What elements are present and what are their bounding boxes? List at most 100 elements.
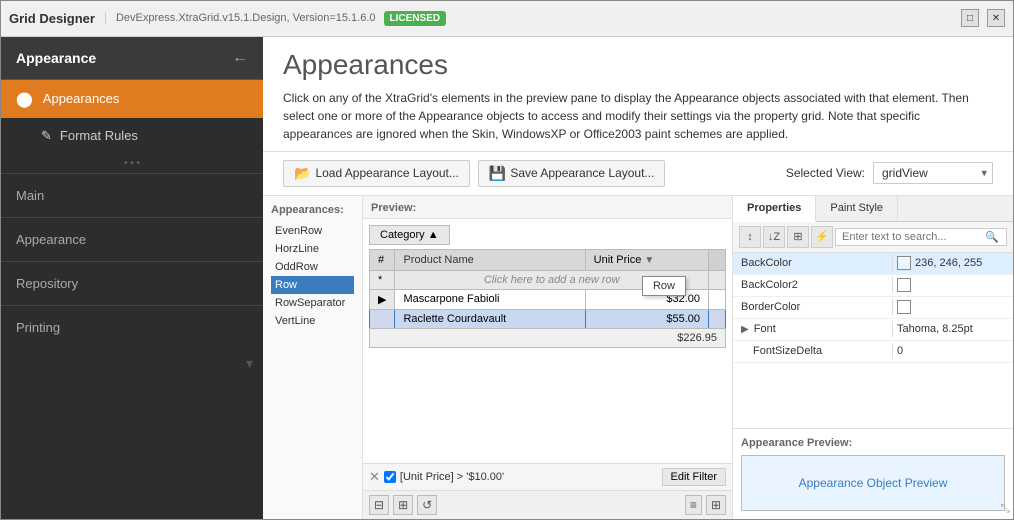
sidebar-item-label-appearances: Appearances: [43, 91, 120, 106]
appearance-item-horzline[interactable]: HorzLine: [271, 240, 354, 258]
category-button[interactable]: Category ▲: [369, 225, 450, 245]
sidebar-item-appearance[interactable]: Appearance: [1, 217, 263, 261]
filter-close-icon[interactable]: ✕: [369, 469, 380, 485]
save-label: Save Appearance Layout...: [510, 166, 654, 180]
product-col-label: Product Name: [403, 254, 473, 266]
table-row-selected[interactable]: Raclette Courdavault $55.00: [370, 309, 726, 328]
app-title: Grid Designer: [9, 11, 95, 26]
load-icon: 📂: [294, 165, 311, 182]
body-area: Appearances: EvenRow HorzLine OddRow Row: [263, 196, 1013, 519]
row2-scroll: [709, 309, 726, 328]
backcolor2-value: [893, 276, 1013, 294]
backcolor2-swatch: [897, 278, 911, 292]
filter-text: [Unit Price] > '$10.00': [400, 471, 658, 483]
content-header: Appearances Click on any of the XtraGrid…: [263, 37, 1013, 152]
minimize-button[interactable]: □: [961, 9, 979, 27]
add-row-scroll: [709, 270, 726, 289]
row2-arrow: [370, 309, 395, 328]
preview-title: Preview:: [363, 196, 732, 219]
appearance-item-oddrow[interactable]: OddRow: [271, 258, 354, 276]
appearance-item-vertline[interactable]: VertLine: [271, 312, 354, 330]
bordercolor-name: BorderColor: [733, 299, 893, 315]
preview-content: Category ▲ # Product Name: [363, 219, 732, 463]
props-row-bordercolor[interactable]: BorderColor: [733, 297, 1013, 319]
backcolor-text: 236, 246, 255: [915, 257, 982, 269]
tab-properties[interactable]: Properties: [733, 196, 816, 222]
tab-properties-label: Properties: [747, 202, 801, 214]
sidebar-item-label-printing: Printing: [16, 320, 60, 335]
sidebar-header: Appearance ←: [1, 37, 263, 80]
row1-scroll: [709, 289, 726, 309]
preview-bottom-toolbar: ⊟ ⊞ ↺ ≡ ⊞: [363, 490, 732, 519]
props-row-backcolor2[interactable]: BackColor2: [733, 275, 1013, 297]
filter-edit-button[interactable]: Edit Filter: [662, 468, 726, 486]
backcolor-swatch: [897, 256, 911, 270]
row-tooltip: Row: [642, 276, 686, 296]
content-description: Click on any of the XtraGrid's elements …: [283, 89, 983, 143]
preview-total: $226.95: [369, 328, 726, 348]
preview-panel: Preview: Category ▲ # Product Name: [363, 196, 733, 519]
selected-view-select[interactable]: gridView cardView layoutView: [873, 162, 993, 184]
titlebar-controls: □ ✕: [961, 9, 1005, 27]
horzline-label: HorzLine: [275, 243, 319, 255]
sidebar-item-repository[interactable]: Repository: [1, 261, 263, 305]
appearances-icon: ⬤: [16, 90, 33, 108]
tab-paint-style[interactable]: Paint Style: [816, 196, 898, 221]
sidebar-item-main[interactable]: Main: [1, 173, 263, 217]
back-icon[interactable]: ←: [232, 49, 248, 67]
search-icon: 🔍: [985, 230, 999, 243]
col-header-product[interactable]: Product Name: [395, 249, 585, 270]
close-button[interactable]: ✕: [987, 9, 1005, 27]
props-row-backcolor[interactable]: BackColor 236, 246, 255: [733, 253, 1013, 275]
props-row-fontsizedelta[interactable]: FontSizeDelta 0: [733, 341, 1013, 363]
sidebar-item-label-appearance: Appearance: [16, 232, 86, 247]
props-search-input[interactable]: [835, 228, 1007, 246]
pb-btn-3[interactable]: ↺: [417, 495, 437, 515]
appearance-preview-title: Appearance Preview:: [741, 437, 1005, 449]
pb-btn-4[interactable]: ≡: [685, 495, 702, 515]
content: Appearances Click on any of the XtraGrid…: [263, 37, 1013, 519]
props-grid-btn[interactable]: ⊞: [787, 226, 809, 248]
bordercolor-value: [893, 298, 1013, 316]
pb-btn-2[interactable]: ⊞: [393, 495, 413, 515]
backcolor2-name: BackColor2: [733, 277, 893, 293]
col-header-hash: #: [370, 249, 395, 270]
fontsizedelta-value: 0: [893, 343, 1013, 359]
price-col-label: Unit Price: [594, 254, 642, 266]
props-az-btn[interactable]: ↓Z: [763, 226, 785, 248]
save-layout-button[interactable]: 💾 Save Appearance Layout...: [478, 160, 666, 187]
appearance-preview-section: Appearance Preview: Appearance Object Pr…: [733, 428, 1013, 519]
search-wrapper: 🔍: [835, 228, 1007, 246]
appearance-preview-text: Appearance Object Preview: [799, 476, 948, 490]
evenrow-label: EvenRow: [275, 225, 322, 237]
appearance-item-rowseparator[interactable]: RowSeparator: [271, 294, 354, 312]
appearance-item-evenrow[interactable]: EvenRow: [271, 222, 354, 240]
col-scroll: [709, 249, 726, 270]
pb-btn-1[interactable]: ⊟: [369, 495, 389, 515]
bordercolor-swatch: [897, 300, 911, 314]
toolbar: 📂 Load Appearance Layout... 💾 Save Appea…: [263, 152, 1013, 196]
row1-arrow: ▶: [370, 289, 395, 309]
expand-arrow: ▶: [741, 324, 749, 335]
props-tabs: Properties Paint Style: [733, 196, 1013, 222]
sidebar-item-appearances[interactable]: ⬤ Appearances: [1, 80, 263, 118]
props-row-font[interactable]: ▶ Font Tahoma, 8.25pt: [733, 319, 1013, 341]
load-layout-button[interactable]: 📂 Load Appearance Layout...: [283, 160, 470, 187]
tab-paint-style-label: Paint Style: [830, 202, 883, 214]
props-sort-btn[interactable]: ↕: [739, 226, 761, 248]
sidebar-item-printing[interactable]: Printing: [1, 305, 263, 349]
row2-product: Raclette Courdavault: [395, 309, 585, 328]
resize-handle[interactable]: ⤡: [1000, 501, 1010, 516]
appearance-item-row[interactable]: Row: [271, 276, 354, 294]
sidebar-item-format-rules[interactable]: ✎ Format Rules: [1, 118, 263, 154]
row-label: Row: [275, 279, 297, 291]
col-header-price[interactable]: Unit Price ▼: [585, 249, 708, 270]
filter-checkbox[interactable]: [384, 471, 396, 483]
vertline-label: VertLine: [275, 315, 315, 327]
properties-panel: Properties Paint Style ↕ ↓Z ⊞ ⚡ 🔍: [733, 196, 1013, 519]
props-grid: BackColor 236, 246, 255 BackColor2: [733, 253, 1013, 428]
props-lightning-btn[interactable]: ⚡: [811, 226, 833, 248]
appearances-panel: Appearances: EvenRow HorzLine OddRow Row: [263, 196, 363, 519]
pb-btn-5[interactable]: ⊞: [706, 495, 726, 515]
rowseparator-label: RowSeparator: [275, 297, 345, 309]
